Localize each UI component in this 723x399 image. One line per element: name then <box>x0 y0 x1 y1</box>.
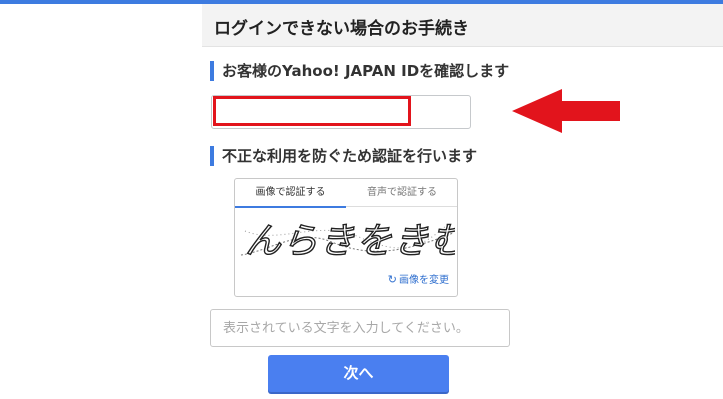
refresh-captcha-link[interactable]: ↻ 画像を変更 <box>388 271 449 286</box>
highlight-box <box>213 96 411 126</box>
captcha-answer-input[interactable] <box>210 309 510 347</box>
next-button[interactable]: 次へ <box>268 355 449 392</box>
captcha-box: 画像で認証する 音声で認証する んらきをきむ ↻ 画像を変更 <box>234 178 458 297</box>
red-arrow-icon <box>512 89 620 133</box>
tab-audio-auth[interactable]: 音声で認証する <box>346 179 457 207</box>
captcha-section-heading: 不正な利用を防ぐため認証を行います <box>210 146 477 166</box>
refresh-label: 画像を変更 <box>399 275 449 286</box>
captcha-image: んらきをきむ <box>239 211 455 267</box>
refresh-icon: ↻ <box>387 273 397 286</box>
id-section-heading: お客様のYahoo! JAPAN IDを確認します <box>210 61 509 81</box>
page-title: ログインできない場合のお手続き <box>214 19 469 39</box>
captcha-text: んらきをきむ <box>245 221 455 262</box>
tab-image-auth[interactable]: 画像で認証する <box>235 179 346 208</box>
page-header: ログインできない場合のお手続き <box>202 4 723 47</box>
